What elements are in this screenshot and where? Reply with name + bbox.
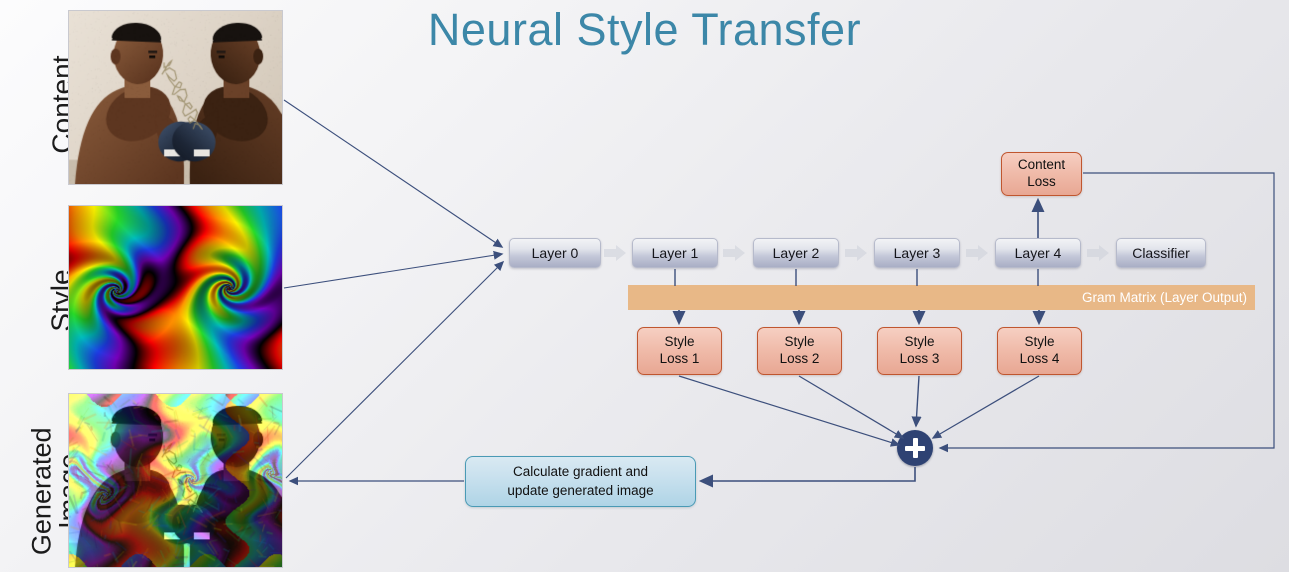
wire-content-loss-to-sum <box>938 172 1275 453</box>
sum-node[interactable] <box>897 430 933 466</box>
calc-box-line1: Calculate gradient and <box>512 464 649 480</box>
layer-box-1[interactable]: Layer 1 <box>632 238 718 268</box>
layer-label-2: Layer 2 <box>772 245 820 261</box>
chevron-right-icon-1 <box>723 245 745 261</box>
calculate-gradient-box[interactable]: Calculate gradient and update generated … <box>465 456 696 507</box>
generated-image[interactable] <box>68 393 283 568</box>
style-loss-box-3[interactable]: Style Loss 3 <box>877 327 962 375</box>
layer-label-3: Layer 3 <box>893 245 941 261</box>
slide-canvas: Neural Style Transfer Content Style Gene… <box>0 0 1289 572</box>
classifier-label: Classifier <box>1132 245 1190 261</box>
layer-label-4: Layer 4 <box>1014 245 1062 261</box>
style-loss-1-line1: Style <box>664 334 695 350</box>
classifier-box[interactable]: Classifier <box>1116 238 1206 268</box>
style-loss-box-2[interactable]: Style Loss 2 <box>757 327 842 375</box>
wire-style-loss-1-to-sum <box>678 375 901 447</box>
style-loss-2-line2: Loss 2 <box>779 351 820 366</box>
content-loss-line1: Content <box>1017 157 1066 173</box>
chevron-right-icon-0 <box>604 245 626 261</box>
layer-box-3[interactable]: Layer 3 <box>874 238 960 268</box>
chevron-right-icon-3 <box>966 245 988 261</box>
layer-box-4[interactable]: Layer 4 <box>995 238 1081 268</box>
wire-generated-to-layer0 <box>285 260 505 479</box>
style-loss-box-1[interactable]: Style Loss 1 <box>637 327 722 375</box>
layer-label-0: Layer 0 <box>531 245 579 261</box>
wire-content-to-layer0 <box>283 99 504 248</box>
wire-style-loss-4-to-sum <box>931 375 1040 439</box>
style-loss-3-line2: Loss 3 <box>899 351 940 366</box>
gram-matrix-label: Gram Matrix (Layer Output) <box>1081 290 1247 305</box>
wire-sum-to-calculate <box>698 467 916 488</box>
style-loss-4-line1: Style <box>1024 334 1055 350</box>
style-image-canvas <box>69 206 282 369</box>
calc-box-line2: update generated image <box>507 482 654 498</box>
chevron-right-icon-2 <box>845 245 867 261</box>
style-loss-box-4[interactable]: Style Loss 4 <box>997 327 1082 375</box>
generated-image-canvas <box>69 394 282 567</box>
layer-box-0[interactable]: Layer 0 <box>509 238 601 268</box>
content-image-canvas <box>69 11 282 184</box>
content-loss-box[interactable]: Content Loss <box>1001 152 1082 196</box>
content-image[interactable] <box>68 10 283 185</box>
style-loss-3-line1: Style <box>904 334 935 350</box>
layer-box-2[interactable]: Layer 2 <box>753 238 839 268</box>
wire-style-to-layer0 <box>283 250 504 289</box>
plus-icon-vertical <box>912 438 918 458</box>
style-loss-1-line2: Loss 1 <box>659 351 700 366</box>
wire-style-loss-3-to-sum <box>911 375 922 428</box>
style-loss-4-line2: Loss 4 <box>1019 351 1060 366</box>
side-label-style: Style <box>18 241 76 361</box>
gram-matrix-bar: Gram Matrix (Layer Output) <box>628 285 1255 310</box>
wire-style-loss-2-to-sum <box>798 375 905 439</box>
style-image[interactable] <box>68 205 283 370</box>
chevron-right-icon-4 <box>1087 245 1109 261</box>
layer-label-1: Layer 1 <box>651 245 699 261</box>
content-loss-line2: Loss <box>1027 174 1056 189</box>
style-loss-2-line1: Style <box>784 334 815 350</box>
